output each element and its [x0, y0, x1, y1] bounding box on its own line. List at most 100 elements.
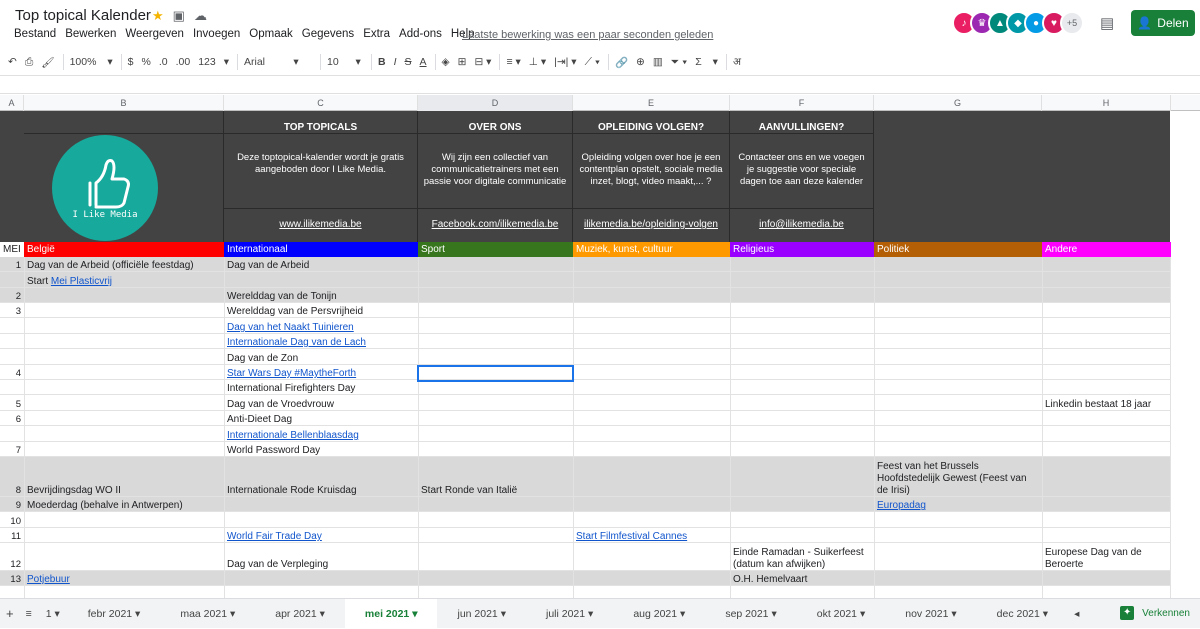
more-collaborators[interactable]: +5 — [1060, 11, 1084, 35]
cell-b[interactable]: Dag van de Arbeid (officiële feestdag) — [24, 257, 224, 272]
currency-button[interactable]: $ — [128, 56, 134, 68]
category-sport[interactable]: Sport — [418, 242, 573, 257]
cell-c[interactable]: Dag van de Arbeid — [224, 257, 418, 272]
cell-b[interactable]: Start Mei Plasticvrij — [24, 272, 224, 288]
menu-weergeven[interactable]: Weergeven — [125, 28, 184, 40]
cloud-status-icon[interactable]: ☁ — [194, 8, 207, 24]
text-color-button[interactable]: A — [420, 56, 427, 68]
input-tools-button[interactable]: अ — [733, 55, 741, 69]
cell-f[interactable]: O.H. Hemelvaart — [730, 571, 874, 586]
text-rotation-icon[interactable]: ⟋ ▾ — [585, 56, 600, 69]
fill-color-icon[interactable]: ◈ — [442, 56, 450, 68]
category-muziek[interactable]: Muziek, kunst, cultuur — [573, 242, 730, 257]
more-formats-button[interactable]: 123 ▾ — [198, 56, 229, 68]
tab-febr-2021[interactable]: febr 2021 ▾ — [68, 599, 161, 629]
tab-okt-2021[interactable]: okt 2021 ▾ — [797, 599, 886, 629]
move-folder-icon[interactable]: ▣ — [173, 8, 185, 24]
column-header-b[interactable]: B — [24, 95, 224, 111]
tab-sep-2021[interactable]: sep 2021 ▾ — [705, 599, 796, 629]
tab-maa-2021[interactable]: maa 2021 ▾ — [160, 599, 255, 629]
all-sheets-icon[interactable]: ≡ — [20, 599, 38, 629]
cell-link[interactable]: Star Wars Day #MaytheForth — [227, 368, 356, 379]
star-icon[interactable]: ★ — [152, 8, 164, 24]
paint-format-icon[interactable]: 🖌 — [41, 56, 54, 69]
tab-apr-2021[interactable]: apr 2021 ▾ — [255, 599, 345, 629]
tab-dec-2021[interactable]: dec 2021 ▾ — [977, 599, 1068, 629]
column-header-a[interactable]: A — [0, 95, 24, 111]
decrease-decimal-button[interactable]: .0 — [159, 56, 168, 68]
menu-bestand[interactable]: Bestand — [14, 28, 56, 40]
share-button[interactable]: 👤 Delen — [1131, 10, 1195, 36]
cell-b[interactable]: Moederdag (behalve in Antwerpen) — [24, 497, 224, 512]
facebook-link[interactable]: Facebook.com/ilikemedia.be — [418, 219, 572, 230]
cell-c[interactable]: Internationale Dag van de Lach — [224, 334, 418, 349]
font-size-select[interactable]: 10 ▾ — [327, 56, 363, 68]
column-header-g[interactable]: G — [874, 95, 1042, 111]
cell-link[interactable]: Mei Plasticvrij — [51, 276, 112, 287]
insert-link-icon[interactable]: 🔗 — [615, 56, 628, 69]
strikethrough-button[interactable]: S — [405, 56, 412, 68]
cell-c[interactable]: World Password Day — [224, 442, 418, 457]
italic-button[interactable]: I — [394, 56, 397, 68]
explore-button[interactable]: ✦ Verkennen — [1120, 606, 1190, 620]
cell-link[interactable]: Internationale Dag van de Lach — [227, 337, 366, 348]
menu-invoegen[interactable]: Invoegen — [193, 28, 240, 40]
merge-cells-icon[interactable]: ⊟ ▾ — [474, 56, 491, 68]
menu-gegevens[interactable]: Gegevens — [302, 28, 354, 40]
category-internationaal[interactable]: Internationaal — [224, 242, 418, 257]
cell-c[interactable]: International Firefighters Day — [224, 380, 418, 395]
insert-chart-icon[interactable]: ▥ — [653, 56, 663, 68]
website-link[interactable]: www.ilikemedia.be — [224, 219, 417, 230]
formula-bar[interactable] — [0, 75, 1200, 94]
zoom-select[interactable]: 100% ▾ — [70, 56, 113, 68]
cell-link[interactable]: Potjebuur — [27, 574, 70, 585]
category-belgie[interactable]: België — [24, 242, 224, 257]
filter-icon[interactable]: ⏷ ▾ — [671, 56, 687, 69]
column-header-e[interactable]: E — [573, 95, 730, 111]
cell-e[interactable]: Start Filmfestival Cannes — [573, 528, 730, 543]
column-header-d[interactable]: D — [418, 95, 573, 111]
vertical-align-icon[interactable]: ⊥ ▾ — [529, 56, 546, 68]
cell-link[interactable]: Internationale Bellenblaasdag — [227, 430, 359, 441]
column-header-h[interactable]: H — [1042, 95, 1171, 111]
percent-button[interactable]: % — [141, 56, 150, 68]
menu-bewerken[interactable]: Bewerken — [65, 28, 116, 40]
bold-button[interactable]: B — [378, 56, 386, 68]
cell-link[interactable]: World Fair Trade Day — [227, 531, 322, 542]
tab-aug-2021[interactable]: aug 2021 ▾ — [613, 599, 705, 629]
cell-h[interactable]: Europese Dag van de Beroerte — [1042, 543, 1171, 571]
cell-g[interactable]: Feest van het Brussels Hoofdstedelijk Ge… — [874, 457, 1042, 497]
functions-button[interactable]: Σ ▾ — [695, 56, 718, 68]
print-icon[interactable]: ⎙ — [25, 56, 33, 69]
tab-mei-2021[interactable]: mei 2021 ▾ — [344, 598, 438, 629]
tab-scroll-left[interactable]: 1 ▾ — [38, 599, 68, 629]
menu-opmaak[interactable]: Opmaak — [249, 28, 292, 40]
cell-h[interactable]: Linkedin bestaat 18 jaar — [1042, 395, 1171, 411]
tab-jun-2021[interactable]: jun 2021 ▾ — [437, 599, 526, 629]
cell-d[interactable]: Start Ronde van Italië — [418, 457, 573, 497]
cell-c[interactable]: Internationale Rode Kruisdag — [224, 457, 418, 497]
horizontal-align-icon[interactable]: ≡ ▾ — [506, 56, 520, 68]
category-andere[interactable]: Andere — [1042, 242, 1171, 257]
menu-extra[interactable]: Extra — [363, 28, 390, 40]
tab-juli-2021[interactable]: juli 2021 ▾ — [526, 599, 613, 629]
menu-addons[interactable]: Add-ons — [399, 28, 442, 40]
last-edit-link[interactable]: Laatste bewerking was een paar seconden … — [462, 29, 713, 41]
cell-link[interactable]: Dag van het Naakt Tuinieren — [227, 322, 354, 333]
increase-decimal-button[interactable]: .00 — [176, 56, 191, 68]
category-religieus[interactable]: Religieus — [730, 242, 874, 257]
email-link[interactable]: info@ilikemedia.be — [730, 219, 873, 230]
cell-f[interactable]: Einde Ramadan - Suikerfeest (datum kan a… — [730, 543, 874, 571]
undo-icon[interactable]: ↶ — [8, 56, 17, 68]
cell-c[interactable]: Dag van het Naakt Tuinieren — [224, 318, 418, 334]
borders-icon[interactable]: ⊞ — [458, 56, 467, 68]
cell-c[interactable]: Star Wars Day #MaytheForth — [224, 365, 418, 380]
opleiding-link[interactable]: ilikemedia.be/opleiding-volgen — [573, 219, 729, 230]
spreadsheet-grid[interactable]: I Like Media TOP TOPICALS Deze toptopica… — [0, 111, 1200, 598]
document-title[interactable]: Top topical Kalender — [15, 7, 151, 24]
scroll-left-icon[interactable]: ◂ — [1068, 599, 1085, 629]
cell-c[interactable]: Dag van de Zon — [224, 349, 418, 365]
column-header-f[interactable]: F — [730, 95, 874, 111]
cell-c[interactable]: Dag van de Vroedvrouw — [224, 395, 418, 411]
tab-nov-2021[interactable]: nov 2021 ▾ — [885, 599, 976, 629]
